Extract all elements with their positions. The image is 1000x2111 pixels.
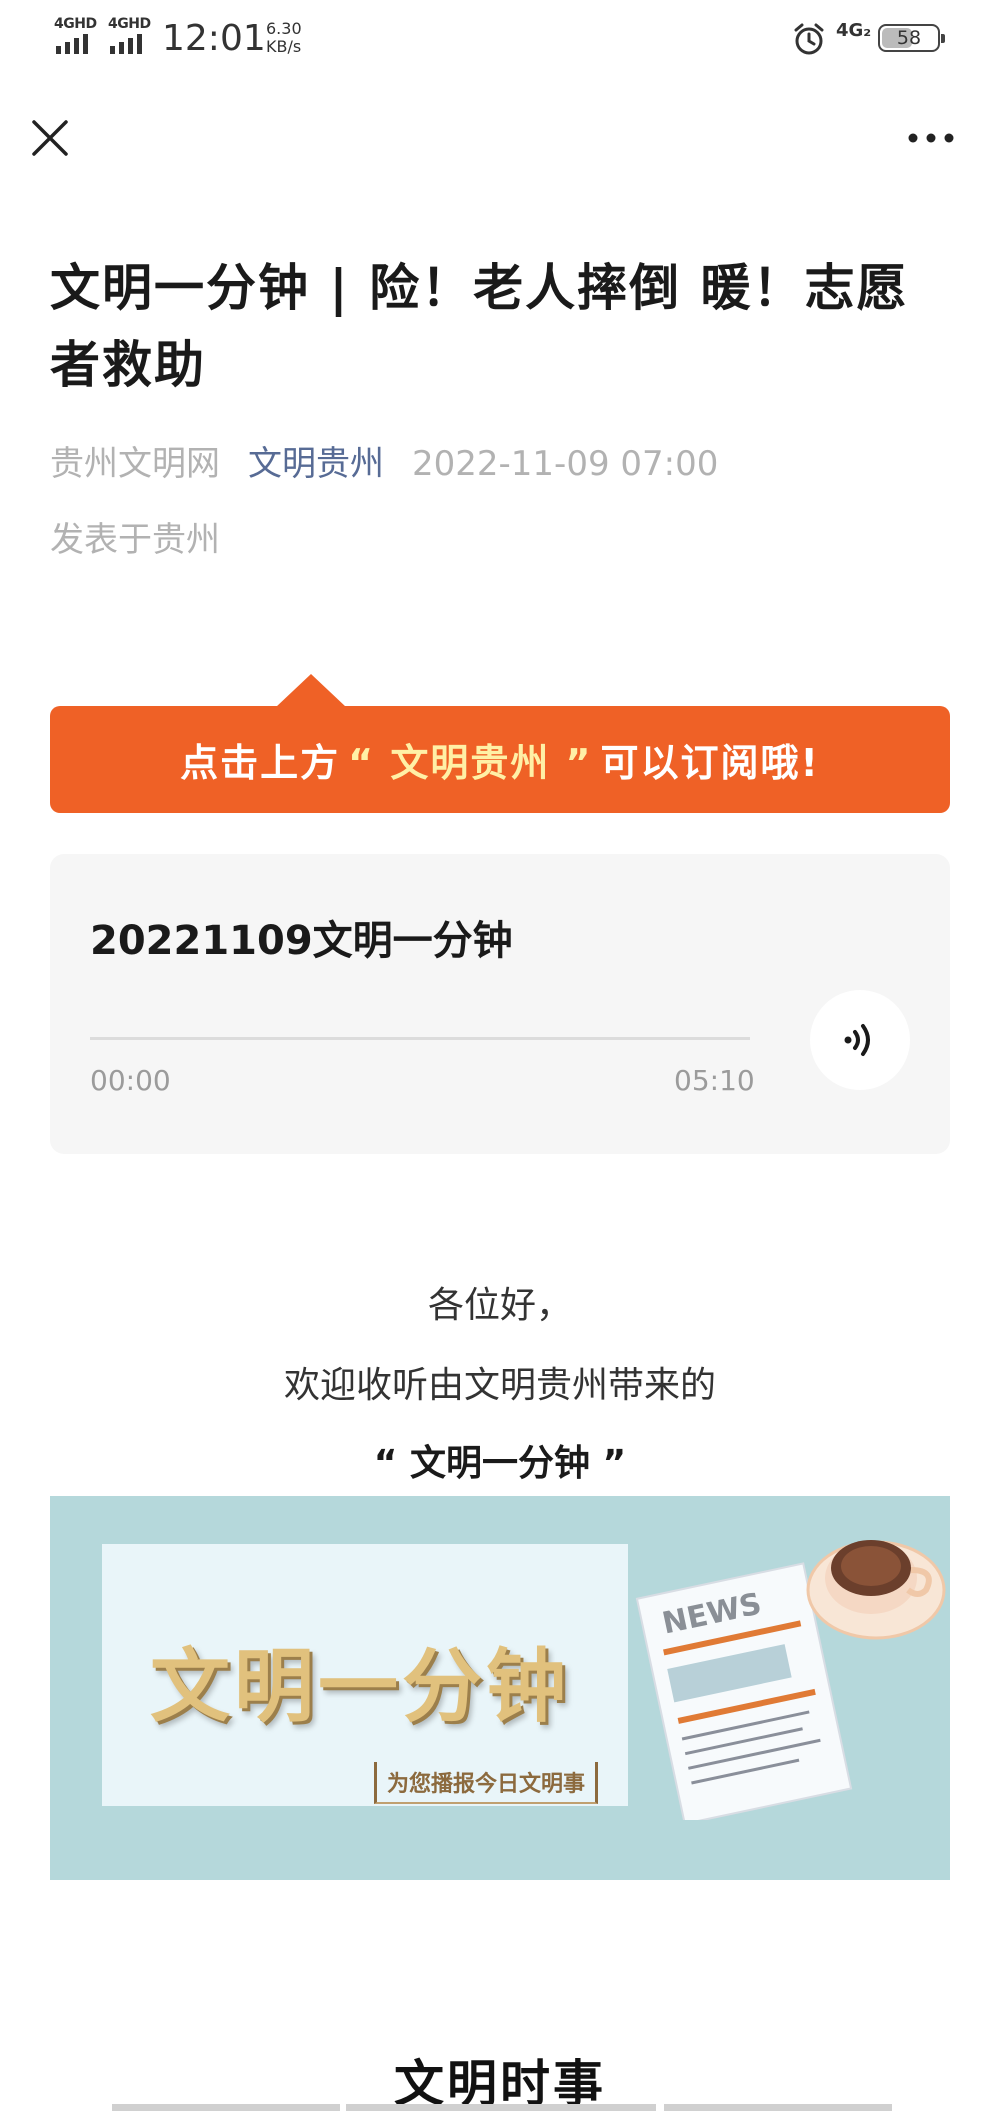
image-strip [112, 2104, 340, 2111]
cover-image: 文明一分钟 为您播报今日文明事 NEWS [50, 1496, 950, 1880]
cover-subtitle: 为您播报今日文明事 [374, 1762, 599, 1804]
cover-title: 文明一分钟 [150, 1640, 570, 1733]
audio-duration: 05:10 [674, 1064, 755, 1097]
intro-program-name: “ 文明一分钟 ” [373, 1443, 627, 1484]
article-author: 贵州文明网 [50, 444, 220, 484]
speed-unit: KB/s [266, 37, 302, 56]
status-time: 12:01 [162, 18, 266, 59]
audio-title: 20221109文明一分钟 [90, 918, 513, 964]
banner-prefix: 点击上方 [180, 741, 341, 785]
network-speed: 6.30 KB/s [266, 20, 302, 56]
audio-progress-bar[interactable] [90, 1037, 750, 1040]
sound-wave-icon [844, 1024, 870, 1056]
image-strip [346, 2104, 656, 2111]
cover-panel: 文明一分钟 为您播报今日文明事 [102, 1544, 628, 1806]
signal-icon: 4GHD [54, 16, 100, 56]
intro-line: 欢迎收听由文明贵州带来的 [283, 1365, 716, 1406]
status-bar: 4GHD 4GHD 12:01 6.30 KB/s 4G₂ 58 [0, 0, 1000, 78]
close-icon[interactable] [28, 116, 72, 160]
article-title: 文明一分钟 | 险！老人摔倒 暖！志愿者救助 [50, 259, 909, 394]
play-button[interactable] [810, 990, 910, 1090]
speed-value: 6.30 [266, 19, 302, 38]
battery-level: 58 [896, 27, 922, 49]
newspaper-coffee-illustration: NEWS [635, 1540, 946, 1820]
banner-highlight: “ 文明贵州 ” [348, 741, 593, 785]
banner-pointer [276, 674, 346, 707]
section-title: 文明时事 [394, 2055, 606, 2111]
publish-location: 发表于贵州 [50, 520, 220, 560]
audio-player[interactable]: 20221109文明一分钟 00:00 05:10 [50, 854, 950, 1154]
battery-icon: 58 [878, 24, 945, 52]
signal-icon: 4GHD [108, 16, 154, 56]
network-type-label: 4G₂ [836, 20, 872, 41]
subscribe-banner: 点击上方 “ 文明贵州 ” 可以订阅哦! [50, 706, 950, 813]
audio-current-time: 00:00 [90, 1064, 171, 1097]
account-link[interactable]: 文明贵州 [248, 444, 384, 484]
signal-label: 4GHD [108, 16, 151, 32]
more-icon[interactable] [906, 128, 956, 148]
article-meta: 贵州文明网 文明贵州 2022-11-09 07:00 [50, 436, 718, 485]
publish-date: 2022-11-09 07:00 [412, 444, 719, 484]
intro-greeting: 各位好， [427, 1285, 572, 1326]
banner-suffix: 可以订阅哦! [600, 741, 820, 785]
image-strip [664, 2104, 892, 2111]
signal-label: 4GHD [54, 16, 97, 32]
alarm-icon [794, 23, 824, 55]
